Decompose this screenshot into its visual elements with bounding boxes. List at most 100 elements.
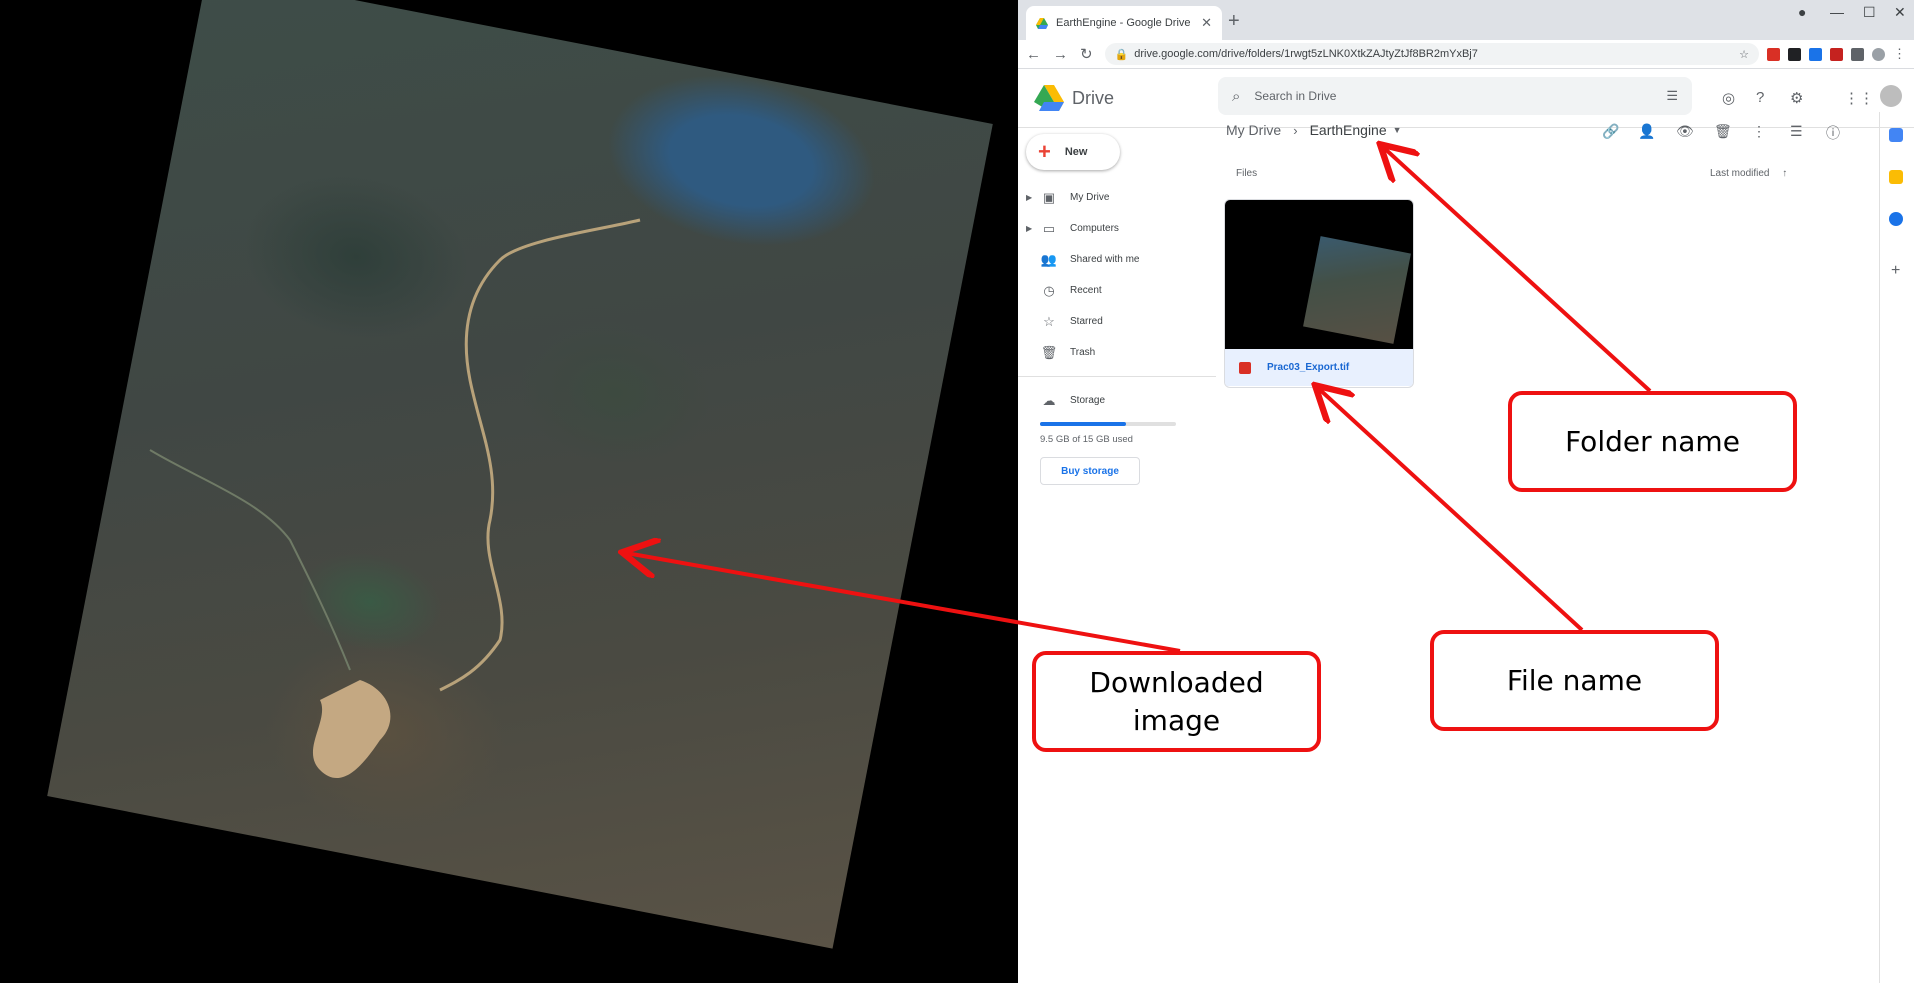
extension-icon[interactable] bbox=[1830, 47, 1843, 61]
list-view-icon[interactable]: ☰ bbox=[1790, 123, 1803, 140]
sidebar-item-starred[interactable]: ☆ Starred bbox=[1018, 306, 1216, 337]
search-options-icon[interactable]: ☰ bbox=[1666, 88, 1678, 104]
search-icon: ⌕ bbox=[1232, 87, 1241, 105]
new-tab-icon[interactable]: + bbox=[1228, 10, 1240, 33]
storage-label: Storage bbox=[1070, 395, 1106, 406]
bookmark-star-icon[interactable]: ☆ bbox=[1739, 48, 1749, 61]
sidebar-item-recent[interactable]: ◷ Recent bbox=[1018, 275, 1216, 306]
sort-control[interactable]: Last modified ↑ bbox=[1710, 168, 1787, 179]
computers-icon: ▭ bbox=[1042, 220, 1056, 236]
breadcrumb: My Drive › EarthEngine ▼ bbox=[1226, 122, 1402, 138]
arrow-up-icon[interactable]: ↑ bbox=[1782, 168, 1787, 179]
tasks-icon[interactable] bbox=[1889, 212, 1903, 226]
sidebar-item-label: Recent bbox=[1070, 285, 1102, 296]
browser-toolbar: ← → ↻ 🔒 drive.google.com/drive/folders/1… bbox=[1018, 40, 1914, 69]
file-name-callout: File name bbox=[1430, 630, 1719, 731]
account-avatar[interactable] bbox=[1880, 85, 1902, 107]
browser-menu-icon[interactable]: ⋮ bbox=[1893, 46, 1906, 62]
sidebar-item-storage[interactable]: ☁ Storage bbox=[1018, 385, 1216, 416]
clock-icon: ◷ bbox=[1043, 282, 1055, 298]
sidebar-item-label: Computers bbox=[1070, 223, 1119, 234]
file-name-row[interactable]: Prac03_Export.tif bbox=[1225, 349, 1413, 386]
sidebar-item-label: My Drive bbox=[1070, 192, 1110, 203]
delete-icon[interactable]: 🗑 bbox=[1714, 123, 1732, 140]
extension-icon[interactable] bbox=[1809, 47, 1822, 61]
minimize-icon[interactable]: — bbox=[1830, 4, 1844, 20]
close-tab-icon[interactable]: ✕ bbox=[1201, 15, 1212, 31]
breadcrumb-root[interactable]: My Drive bbox=[1226, 122, 1281, 138]
maximize-icon[interactable]: ☐ bbox=[1863, 4, 1876, 21]
search-placeholder: Search in Drive bbox=[1254, 89, 1337, 103]
url-text: drive.google.com/drive/folders/1rwgt5zLN… bbox=[1134, 48, 1478, 60]
file-name: Prac03_Export.tif bbox=[1267, 362, 1350, 373]
new-button-label: New bbox=[1064, 146, 1088, 158]
star-icon: ☆ bbox=[1043, 313, 1055, 329]
keep-icon[interactable] bbox=[1889, 170, 1903, 184]
reload-icon[interactable]: ↻ bbox=[1080, 45, 1093, 63]
profile-dot-icon[interactable]: ● bbox=[1798, 4, 1806, 20]
sidebar-item-computers[interactable]: ▶ ▭ Computers bbox=[1018, 213, 1216, 244]
downloaded-image-callout: Downloaded image bbox=[1032, 651, 1321, 752]
help-icon[interactable]: ? bbox=[1756, 89, 1764, 106]
sidebar-item-label: Trash bbox=[1070, 347, 1096, 358]
link-icon[interactable]: 🔗 bbox=[1602, 123, 1619, 140]
expand-caret-icon[interactable]: ▶ bbox=[1026, 193, 1032, 202]
preview-eye-icon[interactable]: 👁 bbox=[1676, 123, 1694, 140]
lock-icon: 🔒 bbox=[1114, 48, 1129, 61]
file-thumbnail bbox=[1225, 200, 1413, 349]
river bbox=[439, 218, 641, 692]
breadcrumb-current-folder[interactable]: EarthEngine bbox=[1310, 122, 1387, 138]
calendar-icon[interactable] bbox=[1889, 128, 1903, 142]
storage-bar-fill bbox=[1040, 422, 1126, 426]
apps-grid-icon[interactable]: ⋮⋮ bbox=[1844, 89, 1874, 107]
extension-icon[interactable] bbox=[1788, 47, 1801, 61]
reservoir bbox=[312, 680, 391, 779]
sidebar-item-trash[interactable]: 🗑 Trash bbox=[1018, 337, 1216, 368]
tributary bbox=[149, 449, 351, 671]
file-card[interactable]: Prac03_Export.tif bbox=[1224, 199, 1414, 388]
drive-header: Drive ⌕ Search in Drive ☰ ◎ ? ⚙ ⋮⋮ bbox=[1018, 69, 1914, 128]
profile-avatar-icon[interactable] bbox=[1872, 47, 1885, 61]
close-window-icon[interactable]: ✕ bbox=[1894, 4, 1906, 21]
buy-storage-button[interactable]: Buy storage bbox=[1040, 457, 1140, 485]
folder-name-callout-text: Folder name bbox=[1565, 424, 1740, 458]
side-panel: + bbox=[1879, 112, 1914, 983]
more-actions-icon[interactable]: ⋮ bbox=[1752, 123, 1766, 140]
satellite-image-panel bbox=[0, 0, 1018, 983]
new-button[interactable]: + New bbox=[1026, 134, 1120, 170]
back-icon[interactable]: ← bbox=[1026, 46, 1041, 63]
storage-bar bbox=[1040, 422, 1176, 426]
plus-icon: + bbox=[1038, 139, 1051, 164]
offline-ready-icon[interactable]: ◎ bbox=[1722, 89, 1735, 107]
settings-gear-icon[interactable]: ⚙ bbox=[1790, 89, 1803, 107]
sidebar-divider bbox=[1018, 376, 1216, 377]
file-name-callout-text: File name bbox=[1506, 663, 1643, 697]
files-section-label: Files bbox=[1236, 168, 1258, 179]
chevron-right-icon: › bbox=[1293, 122, 1298, 138]
image-file-icon bbox=[1239, 361, 1251, 374]
share-icon[interactable]: 👤 bbox=[1638, 123, 1655, 140]
address-bar[interactable]: 🔒 drive.google.com/drive/folders/1rwgt5z… bbox=[1104, 43, 1759, 65]
drive-logo-icon bbox=[1034, 85, 1064, 111]
shared-icon: 👥 bbox=[1040, 251, 1058, 267]
search-input[interactable]: ⌕ Search in Drive ☰ bbox=[1218, 77, 1692, 115]
thumbnail-image bbox=[1303, 236, 1411, 344]
info-icon[interactable]: ⓘ bbox=[1826, 123, 1840, 143]
browser-tab[interactable]: EarthEngine - Google Drive ✕ bbox=[1026, 6, 1222, 40]
expand-caret-icon[interactable]: ▶ bbox=[1026, 224, 1032, 233]
chevron-down-icon[interactable]: ▼ bbox=[1393, 125, 1402, 135]
forward-icon[interactable]: → bbox=[1053, 46, 1068, 63]
sidebar-item-my-drive[interactable]: ▶ ▣ My Drive bbox=[1018, 182, 1216, 213]
extensions-puzzle-icon[interactable] bbox=[1851, 47, 1864, 61]
my-drive-icon: ▣ bbox=[1042, 189, 1056, 205]
drive-logo[interactable]: Drive bbox=[1034, 85, 1214, 111]
add-addon-icon[interactable]: + bbox=[1891, 262, 1900, 280]
downloaded-image-callout-line2: image bbox=[1132, 703, 1221, 737]
drive-title: Drive bbox=[1072, 87, 1115, 108]
extension-icon[interactable] bbox=[1767, 47, 1780, 61]
sort-label: Last modified bbox=[1710, 168, 1770, 179]
tab-bar: EarthEngine - Google Drive ✕ + ● — ☐ ✕ bbox=[1018, 0, 1914, 40]
sidebar-item-shared[interactable]: 👥 Shared with me bbox=[1018, 244, 1216, 275]
downloaded-image-callout-line1: Downloaded bbox=[1089, 665, 1264, 699]
satellite-features bbox=[149, 218, 641, 779]
